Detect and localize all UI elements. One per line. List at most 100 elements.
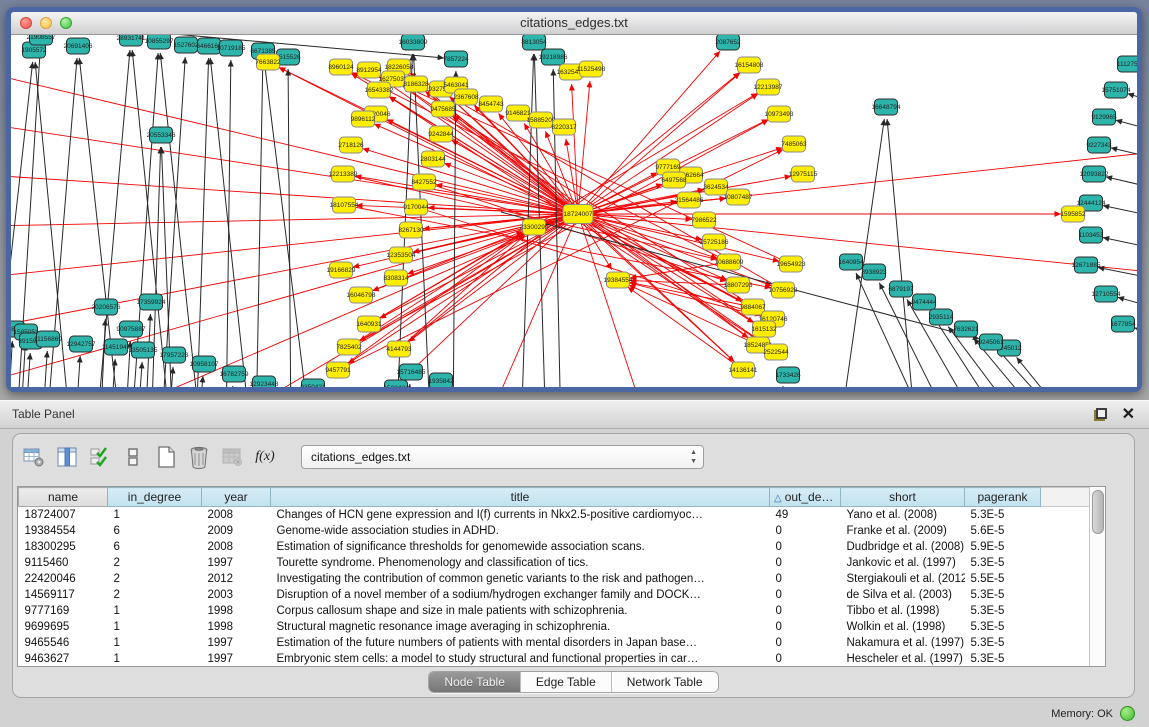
table-cell[interactable]: 2003 <box>202 587 271 603</box>
graph-node[interactable]: 8308314 <box>383 270 409 286</box>
network-view[interactable]: 1905572219085572069140628931741108552971… <box>11 35 1137 387</box>
select-rows-icon[interactable] <box>87 444 113 470</box>
table-cell[interactable]: 1997 <box>202 555 271 571</box>
graph-node[interactable]: 10973493 <box>765 106 794 122</box>
graph-node[interactable]: 18724007 <box>563 205 593 224</box>
table-cell[interactable]: 5.3E-5 <box>965 507 1041 524</box>
graph-node[interactable]: 7663822 <box>255 54 281 70</box>
delete-table-icon[interactable] <box>186 444 212 470</box>
table-cell[interactable]: Wolkin et al. (1998) <box>841 619 965 635</box>
graph-node[interactable]: 18807293 <box>724 277 753 293</box>
graph-node[interactable]: 12923448 <box>250 376 279 387</box>
table-cell[interactable]: Stergiakouli et al. (2012) <box>841 571 965 587</box>
graph-edge[interactable] <box>1103 237 1137 252</box>
table-cell[interactable]: 0 <box>770 651 841 667</box>
table-cell[interactable]: 2012 <box>202 571 271 587</box>
graph-node[interactable]: 19218986 <box>539 49 568 65</box>
graph-edge[interactable] <box>75 356 80 387</box>
table-cell[interactable]: 18724007 <box>19 507 108 524</box>
graph-node[interactable]: 2522544 <box>763 344 789 360</box>
graph-node[interactable]: 9242844 <box>428 126 454 142</box>
column-header-in-degree[interactable]: in_degree <box>108 488 202 507</box>
graph-node[interactable]: 9245061 <box>978 334 1004 350</box>
graph-node[interactable]: 7485063 <box>781 136 807 152</box>
table-cell[interactable]: 1 <box>108 651 202 667</box>
network-window[interactable]: citations_edges.txt 19055722190855720691… <box>6 7 1142 392</box>
graph-node[interactable]: 13505135 <box>129 342 158 358</box>
graph-node[interactable]: 9457791 <box>325 362 351 378</box>
table-cell[interactable]: Nakamura et al. (1997) <box>841 635 965 651</box>
graph-node[interactable]: 2718126 <box>338 137 364 153</box>
graph-edge[interactable] <box>1103 205 1137 220</box>
table-cell[interactable]: 2 <box>108 587 202 603</box>
table-cell[interactable]: 9699695 <box>19 619 108 635</box>
graph-node[interactable]: 20206576 <box>92 299 121 315</box>
graph-node[interactable]: 8938923 <box>861 264 887 280</box>
graph-node[interactable]: 9170044 <box>403 199 429 215</box>
graph-node[interactable]: 16033809 <box>399 35 428 50</box>
table-cell[interactable]: 22420046 <box>19 571 108 587</box>
table-cell[interactable]: 2 <box>108 555 202 571</box>
graph-node[interactable]: 7825402 <box>336 339 362 355</box>
graph-edge[interactable] <box>501 212 979 339</box>
table-cell[interactable]: 1 <box>108 507 202 524</box>
table-row[interactable]: 946362711997Embryonic stem cells: a mode… <box>19 651 1090 667</box>
table-cell[interactable]: 2008 <box>202 539 271 555</box>
graph-node[interactable]: 16543382 <box>365 82 394 98</box>
graph-node[interactable]: 6497568 <box>661 172 687 188</box>
table-cell[interactable]: 5.3E-5 <box>965 603 1041 619</box>
graph-node[interactable]: 4144793 <box>386 341 412 357</box>
graph-edge[interactable] <box>11 341 12 387</box>
table-cell[interactable]: Genome-wide association studies in ADHD. <box>271 523 770 539</box>
column-header-pagerank[interactable]: pagerank <box>965 488 1041 507</box>
graph-edge[interactable] <box>839 119 884 387</box>
graph-node[interactable]: 15751074 <box>1102 82 1131 98</box>
graph-node[interactable]: 10958107 <box>190 356 219 372</box>
table-row[interactable]: 969969511998Structural magnetic resonanc… <box>19 619 1090 635</box>
table-cell[interactable]: 0 <box>770 523 841 539</box>
graph-edge[interactable] <box>630 280 738 285</box>
table-cell[interactable]: 1 <box>108 635 202 651</box>
table-cell[interactable]: Disruption of a novel member of a sodium… <box>271 587 770 603</box>
graph-node[interactable]: 20691406 <box>64 38 93 54</box>
graph-edge[interactable] <box>160 53 201 387</box>
graph-node[interactable]: 1935842 <box>428 373 454 387</box>
graph-edge[interactable] <box>228 386 233 387</box>
column-header-name[interactable]: name <box>19 488 108 507</box>
graph-node[interactable]: 6879197 <box>888 281 914 297</box>
graph-node[interactable]: 90975887 <box>117 321 146 337</box>
table-row[interactable]: 1938455462009Genome-wide association stu… <box>19 523 1090 539</box>
graph-node[interactable]: 17359924 <box>137 294 166 310</box>
graph-edge[interactable] <box>578 214 779 261</box>
table-cell[interactable]: 1 <box>108 619 202 635</box>
table-cell[interactable]: 5.3E-5 <box>965 651 1041 667</box>
graph-node[interactable]: 11525498 <box>577 61 606 77</box>
graph-node[interactable]: 12975115 <box>789 166 818 182</box>
graph-node[interactable]: 12213389 <box>329 166 358 182</box>
graph-node[interactable]: 19384554 <box>604 272 633 288</box>
tab-network-table[interactable]: Network Table <box>611 672 718 692</box>
graph-node[interactable]: 8813054 <box>521 35 547 50</box>
graph-node[interactable]: 9474444 <box>911 294 937 310</box>
graph-node[interactable]: 1615132 <box>751 321 777 337</box>
table-cell[interactable]: 0 <box>770 587 841 603</box>
float-panel-icon[interactable] <box>1094 408 1107 421</box>
table-cell[interactable]: 5.6E-5 <box>965 523 1041 539</box>
new-table-icon[interactable] <box>153 444 179 470</box>
graph-node[interactable]: 15716485 <box>397 364 426 380</box>
table-cell[interactable]: 9465546 <box>19 635 108 651</box>
graph-node[interactable]: 12353504 <box>387 247 416 263</box>
graph-edge[interactable] <box>761 386 783 387</box>
table-cell[interactable]: 9777169 <box>19 603 108 619</box>
graph-edge[interactable] <box>1134 328 1137 340</box>
zoom-window-button[interactable] <box>60 17 72 29</box>
table-selector-dropdown[interactable]: citations_edges.txt ▲▼ <box>301 445 704 469</box>
graph-node[interactable]: 12093822 <box>1080 166 1109 182</box>
table-cell[interactable]: 6 <box>108 539 202 555</box>
table-cell[interactable]: Investigating the contribution of common… <box>271 571 770 587</box>
table-row[interactable]: 2242004622012Investigating the contribut… <box>19 571 1090 587</box>
table-cell[interactable]: Structural magnetic resonance image aver… <box>271 619 770 635</box>
table-cell[interactable]: 0 <box>770 619 841 635</box>
table-row[interactable]: 977716911998Corpus callosum shape and si… <box>19 603 1090 619</box>
table-cell[interactable]: Estimation of the future numbers of pati… <box>271 635 770 651</box>
